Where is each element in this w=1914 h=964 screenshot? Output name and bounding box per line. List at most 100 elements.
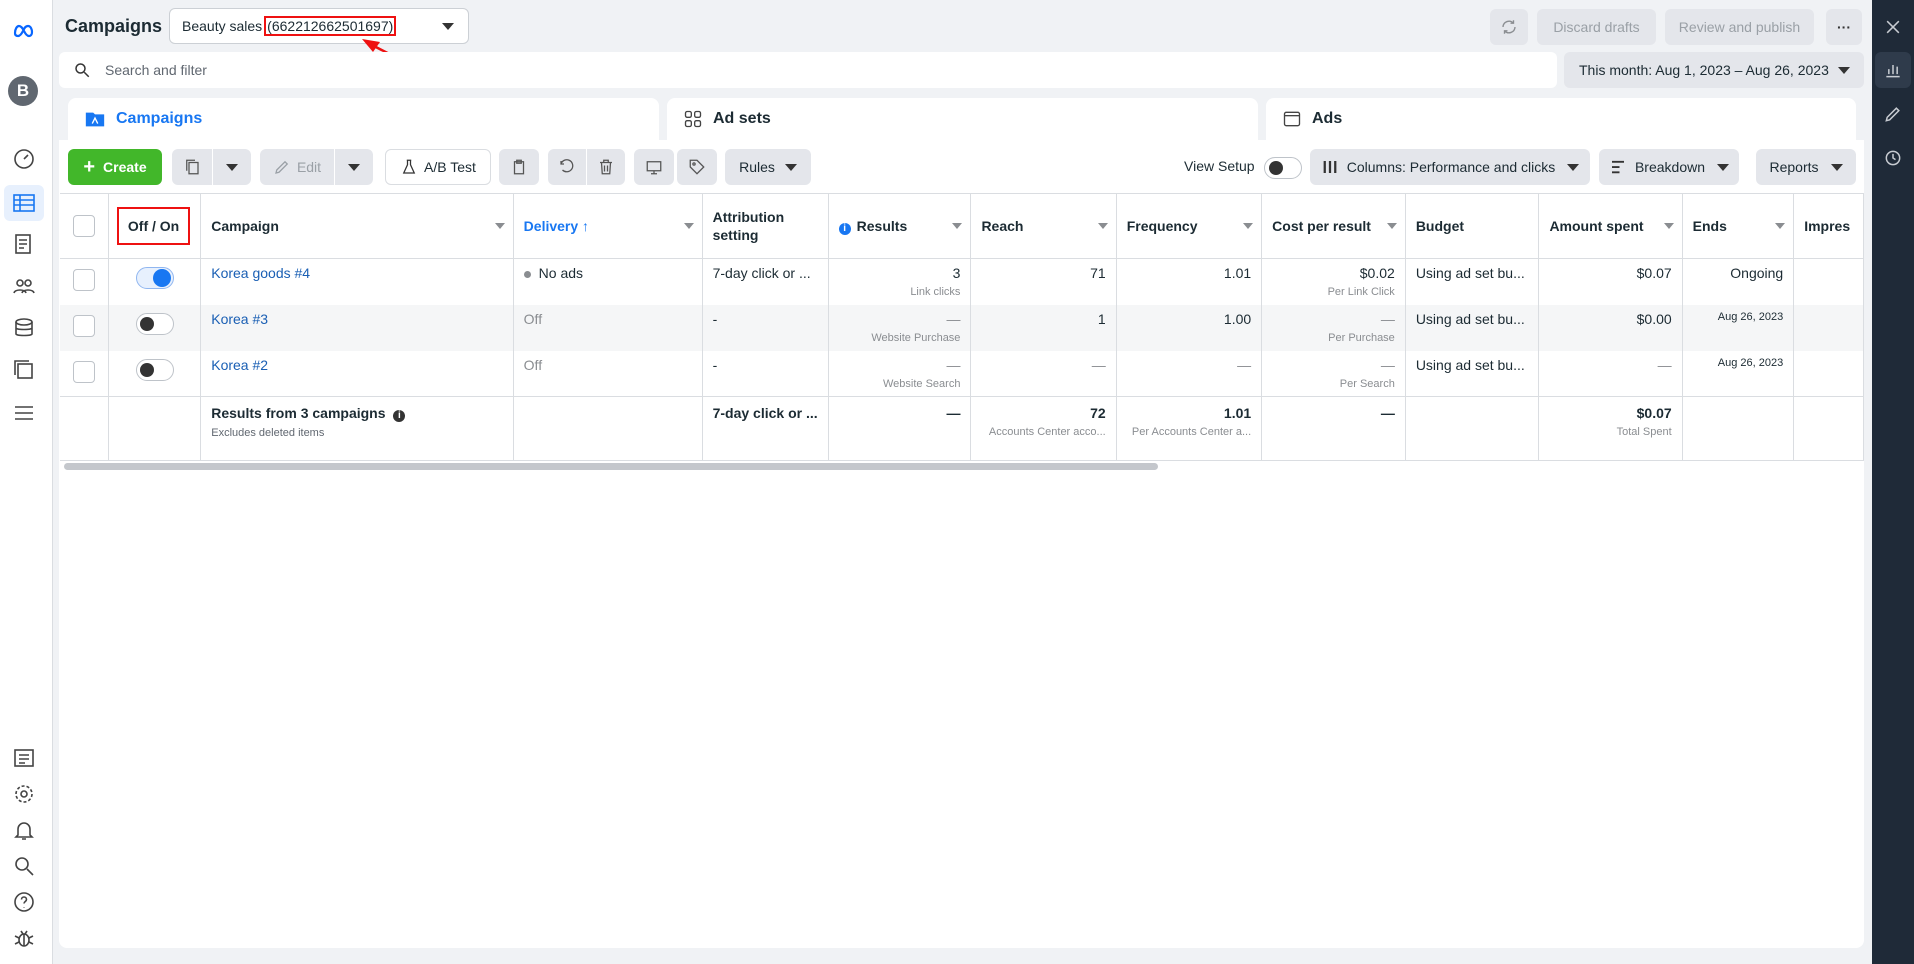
clipboard-button[interactable] — [499, 149, 539, 185]
review-publish-button[interactable]: Review and publish — [1665, 9, 1814, 45]
header-delivery[interactable]: Delivery ↑ — [513, 193, 703, 259]
sort-caret-icon[interactable] — [1663, 223, 1674, 229]
clock-icon[interactable] — [1872, 141, 1914, 175]
totals-results: — — [828, 396, 972, 461]
tab-campaigns[interactable]: Campaigns — [68, 98, 659, 140]
dashboard-icon[interactable] — [10, 144, 38, 172]
rules-button[interactable]: Rules — [725, 149, 811, 185]
totals-empty-cell — [60, 396, 109, 461]
campaign-toggle[interactable] — [135, 312, 174, 335]
discard-drafts-button[interactable]: Discard drafts — [1537, 9, 1656, 45]
create-button[interactable]: + Create — [68, 149, 162, 185]
tab-ads[interactable]: Ads — [1266, 98, 1856, 140]
header-impressions[interactable]: Impres — [1793, 193, 1864, 259]
attribution-cell: 7-day click or ... — [702, 258, 829, 305]
totals-frequency-cell: 1.01 Per Accounts Center a... — [1116, 396, 1263, 461]
search-icon[interactable] — [10, 852, 38, 880]
ab-test-button[interactable]: A/B Test — [385, 149, 491, 185]
info-icon[interactable]: i — [393, 410, 406, 422]
chart-icon[interactable] — [1872, 53, 1914, 87]
header-budget[interactable]: Budget — [1405, 193, 1540, 259]
ab-test-label: A/B Test — [424, 159, 476, 175]
breakdown-button[interactable]: Breakdown — [1599, 149, 1739, 185]
campaign-toggle[interactable] — [135, 358, 174, 381]
row-checkbox[interactable] — [72, 314, 95, 337]
header-amount-spent[interactable]: Amount spent — [1538, 193, 1683, 259]
sort-caret-icon[interactable] — [1243, 223, 1254, 229]
pages-icon[interactable] — [10, 230, 38, 258]
undo-button[interactable] — [548, 149, 586, 185]
sort-caret-icon[interactable] — [1775, 223, 1786, 229]
header-cost-per-result[interactable]: Cost per result — [1261, 193, 1406, 259]
bell-icon[interactable] — [10, 816, 38, 844]
header-attribution[interactable]: Attribution setting — [702, 193, 829, 259]
header-frequency[interactable]: Frequency — [1116, 193, 1263, 259]
right-rail — [1872, 0, 1914, 964]
more-options-button[interactable]: ··· — [1826, 9, 1862, 45]
spent-cell: — — [1538, 350, 1683, 397]
cost-type: Per Purchase — [1328, 331, 1395, 344]
table-row[interactable]: Korea goods #4 No ads 7-day click or ...… — [60, 258, 1864, 305]
reports-button[interactable]: Reports — [1756, 149, 1856, 185]
campaigns-table: Off / On Campaign Delivery ↑ Attribution… — [60, 193, 1864, 461]
table-row[interactable]: Korea #3 Off - — Website Purchase 1 1.00 … — [60, 304, 1864, 351]
header-label: Frequency — [1126, 218, 1198, 234]
duplicate-dropdown[interactable] — [213, 149, 251, 185]
sort-caret-icon[interactable] — [494, 223, 505, 229]
date-range-picker[interactable]: This month: Aug 1, 2023 – Aug 26, 2023 — [1564, 52, 1864, 88]
header-label: Results — [856, 217, 908, 234]
table-icon[interactable] — [10, 189, 38, 217]
horizontal-scrollbar[interactable] — [64, 463, 1158, 470]
clipboard-icon — [513, 159, 525, 175]
preview-button[interactable] — [634, 149, 674, 185]
attribution-cell: - — [702, 350, 829, 397]
info-icon[interactable]: i — [838, 222, 851, 235]
campaign-name[interactable]: Korea #3 — [200, 304, 514, 351]
gear-icon[interactable] — [10, 780, 38, 808]
edit-dropdown[interactable] — [335, 149, 373, 185]
results-value: — — [946, 356, 961, 373]
header-label: Amount spent — [1549, 218, 1644, 234]
spent-cell: $0.07 — [1538, 258, 1683, 305]
stack-icon[interactable] — [10, 314, 38, 342]
catalog-icon[interactable] — [10, 356, 38, 384]
refresh-button[interactable] — [1490, 9, 1528, 45]
frequency-cell: — — [1116, 350, 1263, 397]
row-checkbox[interactable] — [72, 360, 95, 383]
campaign-name[interactable]: Korea #2 — [200, 350, 514, 397]
results-value: 3 — [952, 265, 961, 281]
edit-button[interactable]: Edit — [260, 149, 334, 185]
header-results[interactable]: i Results — [828, 193, 972, 259]
bug-icon[interactable] — [10, 924, 38, 952]
audience-icon[interactable] — [10, 272, 38, 300]
sort-caret-icon[interactable] — [683, 223, 694, 229]
row-checkbox[interactable] — [72, 269, 95, 291]
header-reach[interactable]: Reach — [970, 193, 1117, 259]
select-all-checkbox[interactable] — [72, 215, 95, 237]
columns-button[interactable]: Columns: Performance and clicks — [1310, 149, 1590, 185]
pencil-icon[interactable] — [1872, 97, 1914, 131]
close-icon[interactable] — [1872, 10, 1914, 44]
trash-icon — [600, 159, 612, 175]
tab-ad-sets[interactable]: Ad sets — [667, 98, 1258, 140]
header-campaign[interactable]: Campaign — [200, 193, 514, 259]
campaign-name[interactable]: Korea goods #4 — [200, 258, 514, 305]
campaign-toggle[interactable] — [135, 267, 174, 289]
header-toggle[interactable]: Off / On — [108, 193, 202, 259]
search-input[interactable]: Search and filter — [59, 52, 1557, 88]
view-setup-toggle[interactable] — [1264, 157, 1302, 179]
news-icon[interactable] — [10, 744, 38, 772]
duplicate-button[interactable] — [172, 149, 212, 185]
row-select-cell — [60, 304, 109, 351]
sort-caret-icon[interactable] — [1386, 223, 1397, 229]
cost-value: — — [1380, 356, 1395, 373]
table-row[interactable]: Korea #2 Off - — Website Search — — — Per … — [60, 350, 1864, 397]
sort-caret-icon[interactable] — [952, 223, 963, 229]
header-ends[interactable]: Ends — [1682, 193, 1795, 259]
delete-button[interactable] — [587, 149, 625, 185]
tag-button[interactable] — [677, 149, 717, 185]
help-icon[interactable] — [10, 888, 38, 916]
row-toggle-cell — [108, 350, 202, 397]
sort-caret-icon[interactable] — [1097, 223, 1108, 229]
menu-icon[interactable] — [10, 399, 38, 427]
